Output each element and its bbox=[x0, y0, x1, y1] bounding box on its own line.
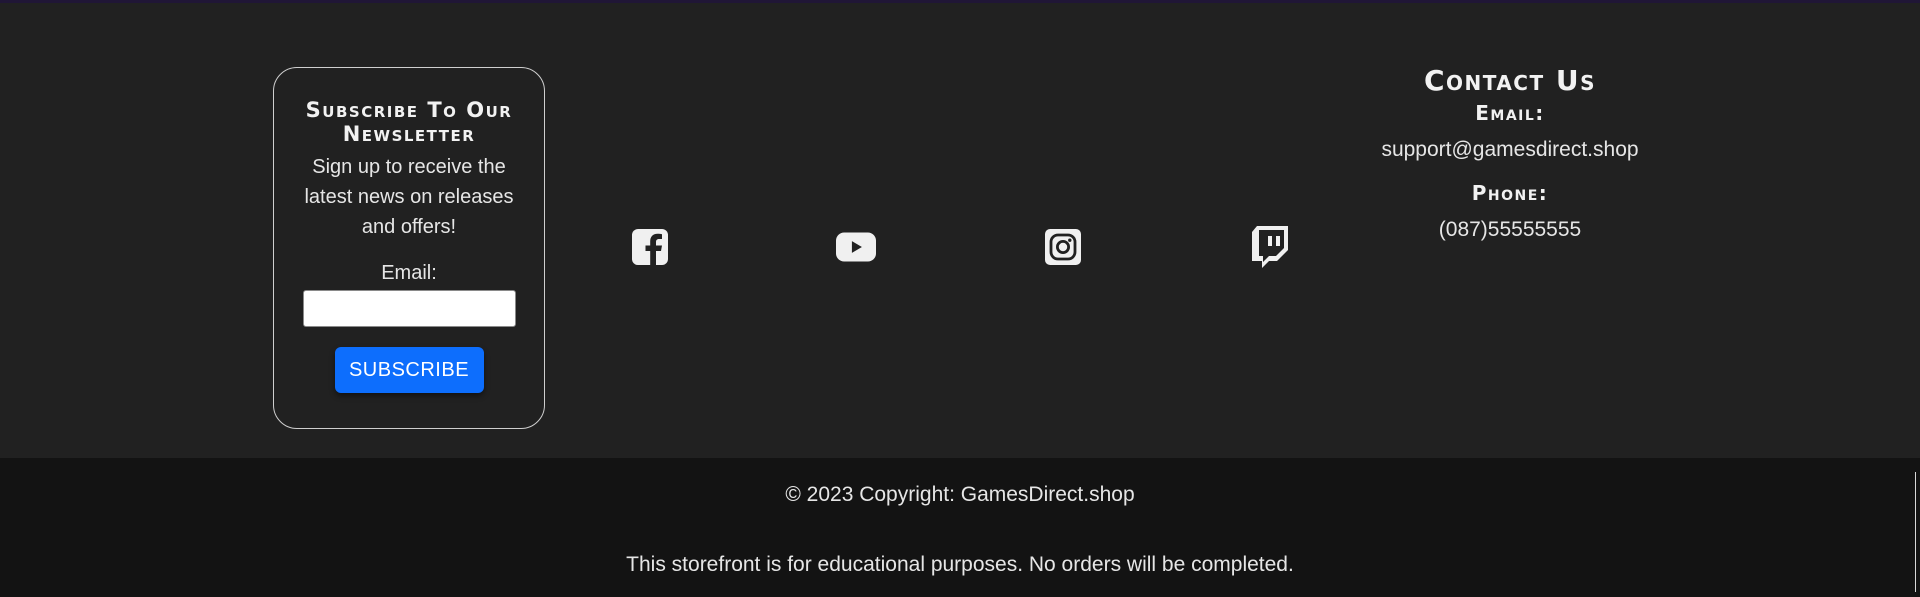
twitch-icon[interactable] bbox=[1249, 226, 1289, 268]
copyright-text: © 2023 Copyright: GamesDirect.shop bbox=[785, 483, 1135, 506]
subscribe-button[interactable]: SUBSCRIBE bbox=[334, 347, 484, 393]
newsletter-description: Sign up to receive the latest news on re… bbox=[304, 156, 514, 238]
newsletter-card: Subscribe To Our Newsletter Sign up to r… bbox=[273, 67, 545, 429]
contact-email-value[interactable]: support@gamesdirect.shop bbox=[1360, 136, 1660, 164]
footer-main: Subscribe To Our Newsletter Sign up to r… bbox=[0, 3, 1920, 458]
newsletter-email-label: Email: bbox=[381, 262, 437, 284]
contact-email-label: Email: bbox=[1475, 101, 1545, 125]
contact-section: Contact Us Email: support@gamesdirect.sh… bbox=[1360, 63, 1660, 244]
instagram-icon[interactable] bbox=[1043, 227, 1083, 267]
contact-title: Contact Us bbox=[1423, 64, 1597, 97]
scrollbar-thumb[interactable] bbox=[1915, 472, 1916, 592]
newsletter-email-input[interactable] bbox=[302, 290, 516, 327]
youtube-icon[interactable] bbox=[836, 227, 876, 267]
newsletter-title: Subscribe To Our Newsletter bbox=[305, 98, 513, 146]
footer-bottom-bar: © 2023 Copyright: GamesDirect.shop This … bbox=[0, 458, 1920, 597]
facebook-icon[interactable] bbox=[630, 227, 670, 267]
contact-phone-value: (087)55555555 bbox=[1438, 218, 1582, 241]
disclaimer-text: This storefront is for educational purpo… bbox=[626, 553, 1294, 576]
contact-phone-label: Phone: bbox=[1471, 181, 1549, 205]
